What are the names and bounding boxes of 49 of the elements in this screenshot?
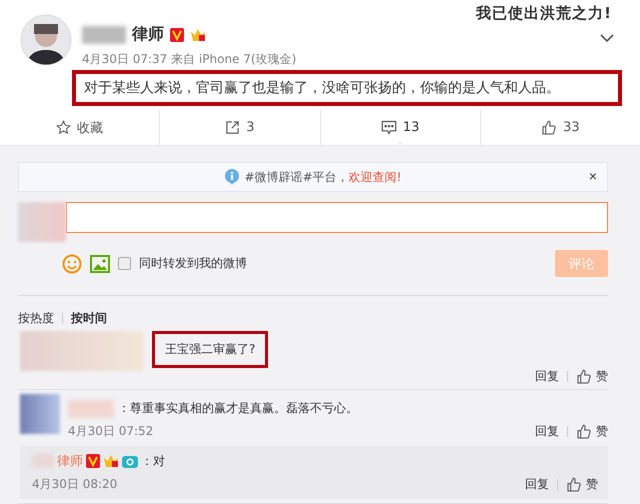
comment-text: 王宝强二审赢了? xyxy=(152,331,268,368)
sort-tab[interactable]: 按时间 xyxy=(71,310,107,327)
post-time: 4月30日 07:37 来自 iPhone 7(玫瑰金) xyxy=(82,51,296,68)
sticker-text: 我已使出洪荒之力! xyxy=(476,4,612,23)
reply-time: 4月30日 08:20 xyxy=(32,476,118,493)
author-name[interactable]: 律师 xyxy=(132,24,164,45)
checkbox[interactable] xyxy=(118,257,131,270)
image-icon[interactable] xyxy=(90,254,110,272)
star-icon xyxy=(56,120,72,135)
like-button[interactable]: 赞 xyxy=(576,423,608,440)
post-text: 对于某些人来说，官司赢了也是输了，没啥可张扬的，你输的是人气和人品。 xyxy=(72,70,622,106)
action-tab[interactable]: 收藏 xyxy=(50,110,110,146)
notice-text: #微博辟谣#平台，欢迎查阅! xyxy=(244,168,402,186)
share-icon xyxy=(225,120,240,135)
sort-tab[interactable]: 按热度 xyxy=(18,310,54,327)
close-button[interactable]: × xyxy=(586,168,599,184)
reply-button[interactable]: 回复 xyxy=(525,476,549,493)
comment-text: ：尊重事实真相的赢才是真赢。磊落不亏心。 xyxy=(118,400,358,417)
smiley-icon[interactable] xyxy=(62,254,82,274)
action-label: 3 xyxy=(246,120,255,135)
thumbs-up-icon xyxy=(576,424,592,440)
reply-text: ：对 xyxy=(141,452,165,470)
verified-icon xyxy=(170,28,184,42)
verified-icon xyxy=(86,454,100,468)
action-label: 收藏 xyxy=(77,120,104,136)
comment-time: 4月30日 07:52 xyxy=(68,423,154,440)
comment-input[interactable] xyxy=(66,202,608,233)
chevron-down-icon[interactable] xyxy=(600,34,614,43)
comment-icon xyxy=(380,120,397,135)
action-tab[interactable]: 13 xyxy=(374,110,426,146)
action-tab[interactable]: 33 xyxy=(535,110,586,146)
thumbs-up-icon xyxy=(566,476,582,492)
action-tab[interactable]: 3 xyxy=(219,110,261,146)
action-label: 13 xyxy=(402,120,420,135)
info-icon xyxy=(224,169,239,185)
reply-button[interactable]: 回复 xyxy=(535,423,559,440)
action-label: 33 xyxy=(563,120,580,135)
thumbs-up-icon xyxy=(541,120,558,136)
like-button[interactable]: 赞 xyxy=(576,368,608,385)
reply-button[interactable]: 回复 xyxy=(535,368,559,385)
crown-icon xyxy=(190,28,206,42)
camera-icon xyxy=(122,454,138,468)
repost-label: 同时转发到我的微博 xyxy=(139,255,247,272)
blurred-name xyxy=(68,400,114,418)
notice-link[interactable]: 欢迎查阅! xyxy=(348,170,402,184)
blurred-name xyxy=(82,26,126,44)
thumbs-up-icon xyxy=(576,368,592,384)
crown-icon xyxy=(103,454,119,468)
like-button[interactable]: 赞 xyxy=(566,476,598,493)
